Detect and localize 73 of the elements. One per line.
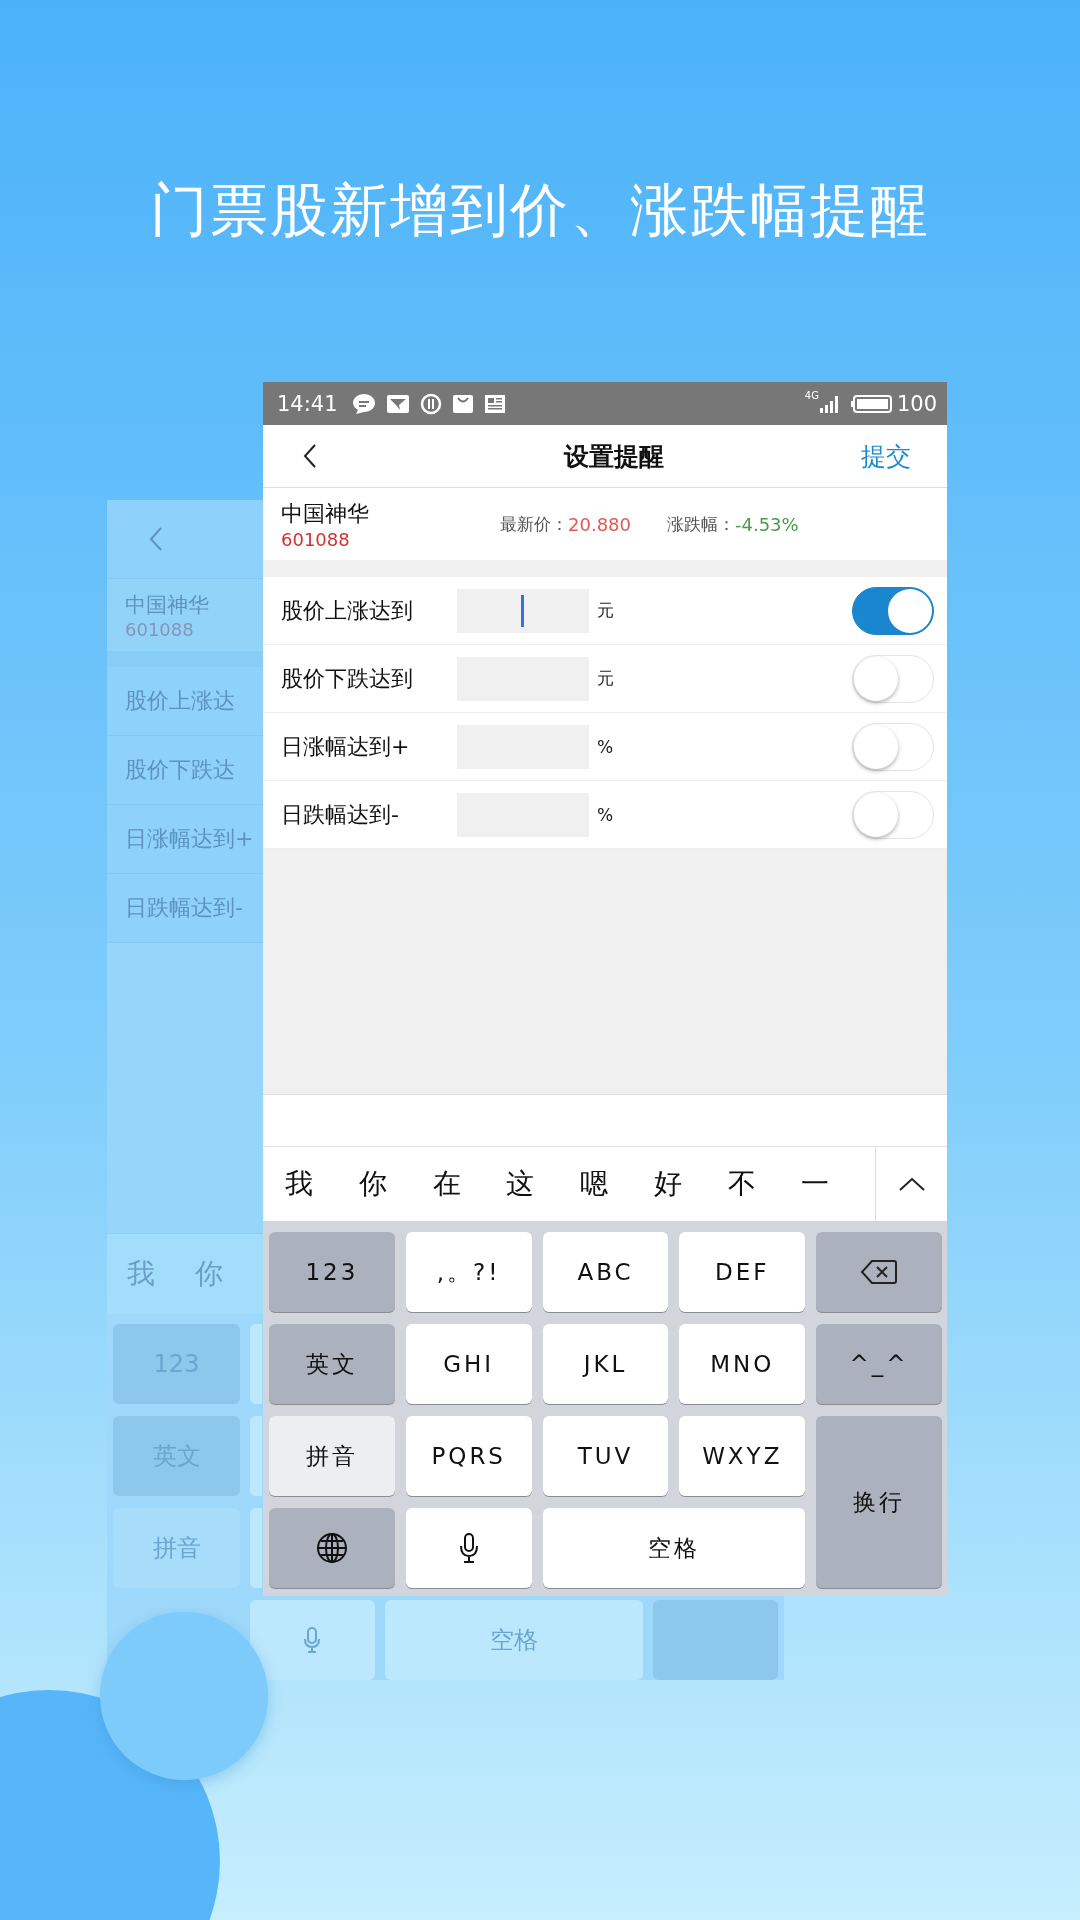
price-label: 最新价：	[500, 512, 568, 536]
candidate-word[interactable]: 好	[653, 1165, 728, 1203]
bag-icon	[451, 393, 474, 414]
alert-label: 日涨幅达到+	[125, 825, 254, 853]
stock-name: 中国神华	[281, 499, 370, 528]
alert-label: 日涨幅达到+	[281, 732, 411, 761]
keyboard-key[interactable]: ABC	[542, 1232, 669, 1312]
keyboard-key[interactable]: 拼音	[269, 1416, 395, 1496]
keyboard-key[interactable]: TUV	[542, 1416, 669, 1496]
chat-icon	[351, 392, 376, 415]
headline: 门票股新增到价、涨跌幅提醒	[149, 175, 931, 246]
submit-button[interactable]: 提交	[861, 439, 911, 473]
alert-label: 股价上涨达	[125, 687, 235, 715]
delete-key[interactable]	[816, 1232, 942, 1312]
candidate-word[interactable]: 这	[506, 1165, 581, 1203]
keyboard-key[interactable]: WXYZ	[679, 1416, 806, 1496]
candidate-word[interactable]: 我	[285, 1165, 359, 1203]
keyboard-key[interactable]: DEF	[679, 1232, 806, 1312]
mic-icon	[459, 1533, 478, 1563]
keyboard-key[interactable]	[250, 1416, 262, 1496]
pause-icon	[419, 392, 442, 415]
stock-name: 中国神华	[125, 591, 209, 619]
alert-label: 日跌幅达到-	[281, 800, 400, 829]
keyboard-key[interactable]: MNO	[679, 1324, 806, 1404]
change-value: -4.53%	[735, 513, 799, 535]
mic-key[interactable]	[250, 1600, 375, 1680]
input-field[interactable]	[457, 588, 589, 633]
candidate-word[interactable]: 在	[432, 1165, 507, 1203]
unit-label: %	[597, 804, 614, 825]
keyboard-key[interactable]: PQRS	[405, 1416, 532, 1496]
page-title: 设置提醒	[564, 440, 664, 473]
network-label: 4G	[804, 390, 819, 401]
globe-icon	[315, 1532, 348, 1564]
unit-label: 元	[597, 599, 614, 622]
newspaper-icon	[483, 393, 506, 414]
alert-label: 股价上涨达到	[281, 596, 414, 625]
battery-level: 100	[896, 391, 937, 416]
alert-label: 股价下跌达	[125, 756, 235, 784]
change-label: 涨跌幅：	[667, 512, 735, 536]
back-icon	[149, 526, 163, 552]
keyboard-key[interactable]: GHI	[405, 1324, 532, 1404]
alert-label: 股价下跌达到	[281, 664, 414, 693]
toggle-switch[interactable]	[852, 586, 934, 635]
back-button[interactable]	[303, 443, 317, 469]
alert-label: 日跌幅达到-	[125, 894, 243, 922]
keyboard-key[interactable]: ,。?!	[405, 1232, 532, 1312]
keyboard-key[interactable]	[250, 1324, 262, 1404]
stock-code: 601088	[281, 528, 351, 550]
candidate-word[interactable]: 一	[801, 1165, 876, 1203]
backspace-icon	[860, 1259, 899, 1285]
price-value: 20.880	[568, 513, 631, 535]
keyboard-key[interactable]	[250, 1508, 262, 1588]
mic-key[interactable]	[405, 1508, 532, 1588]
status-time: 14:41	[277, 391, 338, 416]
stock-code: 601088	[125, 618, 194, 640]
globe-key[interactable]	[269, 1508, 395, 1588]
unit-label: 元	[597, 667, 614, 690]
image-icon	[385, 393, 410, 414]
battery-icon	[850, 393, 893, 414]
candidate-word[interactable]: 不	[727, 1165, 802, 1203]
unit-label: %	[597, 736, 614, 757]
keyboard-key[interactable]: 英文	[269, 1324, 395, 1404]
signal-icon	[818, 393, 841, 414]
keyboard-key[interactable]: JKL	[542, 1324, 669, 1404]
space-key[interactable]: 空格	[542, 1508, 806, 1588]
mic-icon	[304, 1627, 321, 1653]
keyboard-key[interactable]: 123	[269, 1232, 395, 1312]
candidate-word[interactable]: 你	[358, 1165, 433, 1203]
candidate-word[interactable]: 嗯	[580, 1165, 654, 1203]
keyboard-key[interactable]	[653, 1600, 778, 1680]
keyboard-key[interactable]: ^_^	[816, 1324, 942, 1404]
enter-key[interactable]: 换行	[816, 1416, 942, 1588]
chevron-up-icon	[898, 1177, 925, 1191]
